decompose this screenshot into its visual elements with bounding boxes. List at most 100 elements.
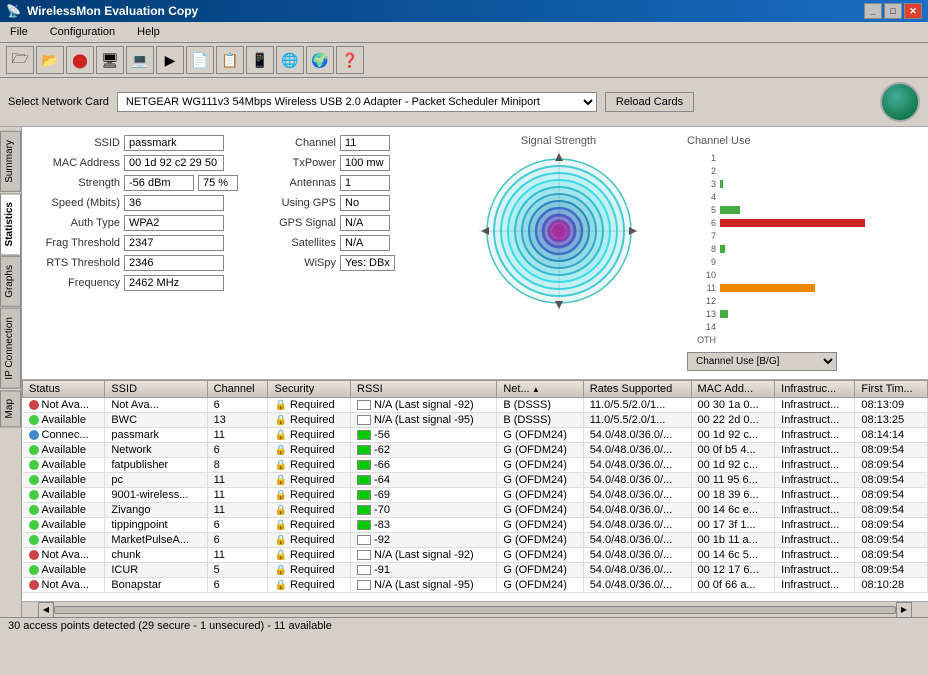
lock-icon: 🔒 (274, 400, 286, 411)
cell-mac: 00 11 95 6... (691, 473, 775, 488)
table-row[interactable]: Available BWC 13 🔒 Required N/A (Last si… (23, 413, 928, 428)
cell-security: 🔒 Required (268, 398, 351, 413)
cell-net: G (OFDM24) (497, 548, 583, 563)
table-row[interactable]: Available Zivango 11 🔒 Required -70 G (O… (23, 503, 928, 518)
status-bar: 30 access points detected (29 secure - 1… (0, 617, 928, 634)
toolbar-btn-file[interactable]: 🗁 (6, 46, 34, 74)
table-row[interactable]: Available ICUR 5 🔒 Required -91 G (OFDM2… (23, 563, 928, 578)
toolbar-btn-globe2[interactable]: 🌍 (306, 46, 334, 74)
cell-rates: 54.0/48.0/36.0/... (583, 533, 691, 548)
toolbar-btn-net1[interactable]: 🖥 (96, 46, 124, 74)
tab-map[interactable]: Map (0, 390, 21, 427)
channel-bar-row: 10 (691, 268, 916, 281)
col-time[interactable]: First Tim... (855, 381, 928, 398)
channel-use-dropdown[interactable]: Channel Use [B/G]Channel Use [A]Channel … (687, 352, 837, 371)
tab-statistics[interactable]: Statistics (0, 193, 21, 255)
signal-chart-title: Signal Strength (521, 135, 596, 147)
col-net[interactable]: Net... (497, 381, 583, 398)
channel-label: 8 (691, 244, 716, 254)
col-ssid[interactable]: SSID (105, 381, 207, 398)
rts-value: 2346 (124, 255, 224, 271)
status-dot (29, 460, 39, 470)
table-row[interactable]: Available tippingpoint 6 🔒 Required -83 … (23, 518, 928, 533)
menu-help[interactable]: Help (131, 24, 166, 40)
toolbar-btn-record[interactable]: ⬤ (66, 46, 94, 74)
table-row[interactable]: Available pc 11 🔒 Required -64 G (OFDM24… (23, 473, 928, 488)
auth-row: Auth Type WPA2 (30, 215, 238, 231)
signal-chart-area: Signal Strength (442, 135, 675, 371)
rssi-bar-empty (357, 400, 371, 410)
col-channel[interactable]: Channel (207, 381, 268, 398)
tab-graphs[interactable]: Graphs (0, 256, 21, 307)
col-status[interactable]: Status (23, 381, 105, 398)
toolbar-btn-doc2[interactable]: 📋 (216, 46, 244, 74)
app-icon: 📡 (6, 4, 21, 18)
close-button[interactable]: ✕ (904, 3, 922, 19)
menu-configuration[interactable]: Configuration (44, 24, 121, 40)
tab-ip-connection[interactable]: IP Connection (0, 308, 21, 389)
status-dot (29, 475, 39, 485)
channel-bar (720, 310, 728, 318)
channel-bar-row: 8 (691, 242, 916, 255)
channel-bar-container (720, 232, 916, 240)
toolbar-btn-net2[interactable]: 💻 (126, 46, 154, 74)
col-rssi[interactable]: RSSI (351, 381, 497, 398)
cell-ssid: pc (105, 473, 207, 488)
cell-rssi: -70 (351, 503, 497, 518)
status-dot (29, 415, 39, 425)
txpower-row: TxPower 100 mw (246, 155, 430, 171)
reload-cards-button[interactable]: Reload Cards (605, 92, 694, 112)
info-panel: SSID passmark MAC Address 00 1d 92 c2 29… (30, 135, 430, 371)
table-row[interactable]: Not Ava... Not Ava... 6 🔒 Required N/A (… (23, 398, 928, 413)
mac-row: MAC Address 00 1d 92 c2 29 50 (30, 155, 238, 171)
col-security[interactable]: Security (268, 381, 351, 398)
menu-file[interactable]: File (4, 24, 34, 40)
table-row[interactable]: Not Ava... Bonapstar 6 🔒 Required N/A (L… (23, 578, 928, 593)
horizontal-scrollbar[interactable]: ◀ ▶ (22, 601, 928, 617)
cell-net: G (OFDM24) (497, 563, 583, 578)
rssi-bar-filled (357, 430, 371, 440)
cell-ssid: Bonapstar (105, 578, 207, 593)
table-row[interactable]: Not Ava... chunk 11 🔒 Required N/A (Last… (23, 548, 928, 563)
satellites-label: Satellites (246, 237, 336, 249)
cell-mac: 00 1d 92 c... (691, 458, 775, 473)
left-tabs: Summary Statistics Graphs IP Connection … (0, 127, 22, 617)
table-row[interactable]: Connec... passmark 11 🔒 Required -56 G (… (23, 428, 928, 443)
cell-status: Not Ava... (23, 548, 105, 563)
table-row[interactable]: Available 9001-wireless... 11 🔒 Required… (23, 488, 928, 503)
cell-status: Available (23, 443, 105, 458)
cell-channel: 11 (207, 488, 268, 503)
col-rates[interactable]: Rates Supported (583, 381, 691, 398)
cell-security: 🔒 Required (268, 488, 351, 503)
wispy-label: WiSpy (246, 257, 336, 269)
scroll-left-btn[interactable]: ◀ (38, 602, 54, 618)
toolbar-btn-doc1[interactable]: 📄 (186, 46, 214, 74)
scroll-right-btn[interactable]: ▶ (896, 602, 912, 618)
cell-net: G (OFDM24) (497, 488, 583, 503)
minimize-button[interactable]: _ (864, 3, 882, 19)
cell-status: Connec... (23, 428, 105, 443)
table-row[interactable]: Available Network 6 🔒 Required -62 G (OF… (23, 443, 928, 458)
toolbar-btn-globe1[interactable]: 🌐 (276, 46, 304, 74)
table-row[interactable]: Available fatpublisher 8 🔒 Required -66 … (23, 458, 928, 473)
table-area[interactable]: Status SSID Channel Security RSSI Net...… (22, 380, 928, 601)
table-row[interactable]: Available MarketPulseA... 6 🔒 Required -… (23, 533, 928, 548)
channel-label: OTH (691, 335, 716, 345)
toolbar-btn-help[interactable]: ❓ (336, 46, 364, 74)
toolbar-btn-phone[interactable]: 📱 (246, 46, 274, 74)
toolbar-btn-open[interactable]: 📂 (36, 46, 64, 74)
col-infra[interactable]: Infrastruc... (775, 381, 855, 398)
maximize-button[interactable]: □ (884, 3, 902, 19)
tab-summary[interactable]: Summary (0, 131, 21, 192)
lock-icon: 🔒 (274, 520, 286, 531)
cell-time: 08:10:28 (855, 578, 928, 593)
cell-rates: 54.0/48.0/36.0/... (583, 473, 691, 488)
toolbar-btn-play[interactable]: ▶ (156, 46, 184, 74)
channel-bar-container (720, 310, 916, 318)
rssi-bar-filled (357, 520, 371, 530)
network-card-select[interactable]: NETGEAR WG111v3 54Mbps Wireless USB 2.0 … (117, 92, 597, 112)
cell-infra: Infrastruct... (775, 428, 855, 443)
cell-net: B (DSSS) (497, 398, 583, 413)
cell-mac: 00 1d 92 c... (691, 428, 775, 443)
col-mac[interactable]: MAC Add... (691, 381, 775, 398)
